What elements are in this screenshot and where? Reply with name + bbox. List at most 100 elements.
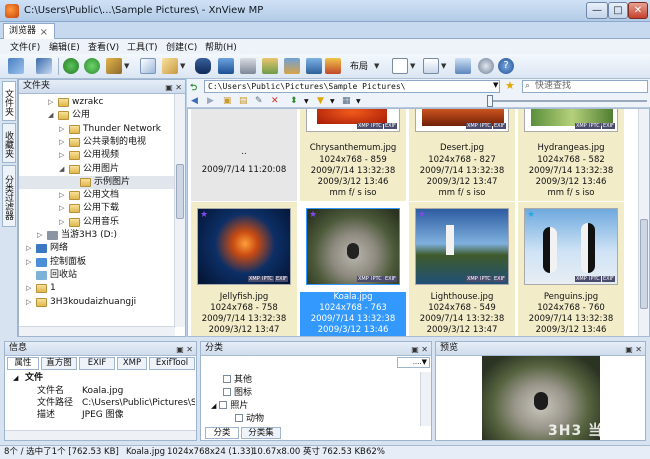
chevron-down-icon[interactable]: ▼ <box>180 62 185 70</box>
section-file[interactable]: ◢ 文件 <box>5 372 195 384</box>
folder-tree-item[interactable]: ▷ 当游3H3 (D:) <box>19 229 175 242</box>
tab-exif[interactable]: EXIF <box>79 357 115 370</box>
scroll-thumb[interactable] <box>640 219 648 309</box>
expand-open-icon[interactable]: ◢ <box>59 163 64 176</box>
thumbnail-cell[interactable]: XMP IPTC EXIF Desert.jpg 1024x768 - 827 … <box>409 109 515 201</box>
expand-closed-icon[interactable]: ▷ <box>59 123 64 136</box>
back-icon[interactable]: ◀ <box>191 96 198 106</box>
move-to-folder-icon[interactable] <box>106 58 122 74</box>
tab-histogram[interactable]: 直方图 <box>41 357 77 370</box>
folder-tree-item[interactable]: ▷ 公用文档 <box>19 189 175 202</box>
expand-closed-icon[interactable]: ▷ <box>59 202 64 215</box>
path-input[interactable]: C:\Users\Public\Pictures\Sample Pictures… <box>204 80 500 93</box>
tab-browser[interactable]: 浏览器 × <box>3 23 55 39</box>
browser-vscrollbar[interactable] <box>638 109 649 336</box>
image-view-icon[interactable] <box>284 58 300 74</box>
chevron-down-icon[interactable]: ▼ <box>304 98 309 105</box>
expand-closed-icon[interactable]: ▷ <box>26 242 31 255</box>
category-filter-dropdown[interactable]: ....▼ <box>397 357 430 368</box>
folder-tree-item[interactable]: ◢ 公用 <box>19 109 175 122</box>
folder-tree-item[interactable]: ▷ 公共录制的电视 <box>19 136 175 149</box>
binoculars-icon[interactable] <box>195 58 211 74</box>
fit-window-icon[interactable] <box>36 58 52 74</box>
expand-closed-icon[interactable]: ▷ <box>48 96 53 109</box>
network-tree-icon[interactable] <box>455 58 471 74</box>
delete-icon[interactable]: ✕ <box>271 96 279 106</box>
folder-tree-item[interactable]: ▷ 公用音乐 <box>19 216 175 229</box>
panel-pin-close-icons[interactable]: ▣ ✕ <box>625 343 642 356</box>
folder-tree-item[interactable]: ◢ 公用图片 <box>19 163 175 176</box>
info-hscrollbar[interactable] <box>5 430 196 440</box>
collapse-arrow-icon[interactable]: ◢ <box>13 372 18 384</box>
slideshow-icon[interactable] <box>218 58 234 74</box>
expand-closed-icon[interactable]: ▷ <box>59 149 64 162</box>
expand-closed-icon[interactable]: ▷ <box>59 189 64 202</box>
thumbnail-cell[interactable]: ★ XMP IPTC EXIF Jellyfish.jpg 1024x768 -… <box>191 202 297 336</box>
tab-exiftool[interactable]: ExifTool <box>149 357 195 370</box>
checkbox[interactable] <box>223 388 231 396</box>
expand-closed-icon[interactable]: ▷ <box>59 136 64 149</box>
open-folder-icon[interactable] <box>162 58 178 74</box>
chevron-down-icon[interactable]: ▼ <box>441 62 446 70</box>
sort-order-icon[interactable]: ⬍ <box>290 96 298 106</box>
chevron-down-icon[interactable]: ▼ <box>330 98 335 105</box>
filter-icon[interactable]: ▼ <box>317 96 324 106</box>
expand-closed-icon[interactable]: ▷ <box>59 216 64 229</box>
tab-properties[interactable]: 属性 <box>7 357 39 370</box>
print-icon[interactable] <box>240 58 256 74</box>
contact-sheet-icon[interactable] <box>306 58 322 74</box>
panel-pin-close-icons[interactable]: ▣ ✕ <box>165 81 182 94</box>
web-page-icon[interactable] <box>325 58 341 74</box>
batch-convert-icon[interactable] <box>262 58 278 74</box>
thumbnail-size-slider[interactable] <box>489 100 647 102</box>
expand-open-icon[interactable]: ◢ <box>48 109 53 122</box>
thumbnail-view-icon[interactable]: ▦ <box>342 96 351 106</box>
minimize-button[interactable]: — <box>586 2 608 19</box>
thumbnail-cell[interactable]: ★ XMP IPTC EXIF Lighthouse.jpg 1024x768 … <box>409 202 515 336</box>
help-icon[interactable]: ? <box>498 58 514 74</box>
checkbox[interactable] <box>223 375 231 383</box>
folder-tree-item[interactable]: 回收站 <box>19 269 175 282</box>
panel-pin-close-icons[interactable]: ▣ ✕ <box>176 343 193 356</box>
folder-tree-item[interactable]: ▷ 控制面板 <box>19 256 175 269</box>
menu-tools[interactable]: 工具(T) <box>127 40 158 53</box>
thumbnail-cell[interactable]: XMP IPTC EXIF Chrysanthemum.jpg 1024x768… <box>300 109 406 201</box>
view-mode-icon[interactable] <box>392 58 408 74</box>
tab-xmp[interactable]: XMP <box>117 357 147 370</box>
chevron-down-icon[interactable]: ▼ <box>374 62 379 70</box>
category-item[interactable]: 图标 <box>223 387 252 399</box>
scroll-thumb[interactable] <box>176 164 184 219</box>
folder-tree-item[interactable]: ▷ wzrakc <box>19 96 175 109</box>
chevron-down-icon[interactable]: ▼ <box>410 62 415 70</box>
expand-closed-icon[interactable]: ▷ <box>37 229 42 242</box>
tab-favorites[interactable]: 收藏夹 <box>2 123 16 163</box>
copy-icon[interactable] <box>140 58 156 74</box>
refresh-icon[interactable] <box>63 58 79 74</box>
quick-search-input[interactable]: ⌕ 快速查找 <box>522 80 648 93</box>
folder-tree-item[interactable]: ▷ 1 <box>19 282 175 295</box>
fullscreen-icon[interactable] <box>8 58 24 74</box>
menu-help[interactable]: 帮助(H) <box>205 40 237 53</box>
tab-folders[interactable]: 文件夹 <box>2 81 16 121</box>
tab-close-icon[interactable]: × <box>40 26 48 40</box>
rotate-icon[interactable] <box>84 58 100 74</box>
chevron-down-icon[interactable]: ▼ <box>493 81 498 89</box>
folder-tree-item[interactable]: ▷ Thunder Network <box>19 123 175 136</box>
tab-category-sets[interactable]: 分类集 <box>241 427 281 439</box>
thumbnail-cell[interactable]: ★ XMP IPTC EXIF Penguins.jpg 1024x768 - … <box>518 202 624 336</box>
category-item[interactable]: 动物 <box>235 413 264 425</box>
folder-tree-item[interactable]: ▷ 公用下载 <box>19 202 175 215</box>
chevron-down-icon[interactable]: ▼ <box>124 62 129 70</box>
gear-icon[interactable] <box>478 58 494 74</box>
category-item[interactable]: ◢ 照片 <box>211 400 248 412</box>
expand-closed-icon[interactable]: ▷ <box>26 282 31 295</box>
folder-tree-hscrollbar[interactable] <box>19 326 175 336</box>
thumbnail-cell[interactable]: XMP IPTC EXIF Hydrangeas.jpg 1024x768 - … <box>518 109 624 201</box>
new-folder-icon[interactable]: ▤ <box>239 96 248 106</box>
expand-closed-icon[interactable]: ▷ <box>26 296 31 309</box>
folder-tree-item[interactable]: ▷ 网络 <box>19 242 175 255</box>
layout-button[interactable]: 布局 <box>350 59 368 72</box>
expand-closed-icon[interactable]: ▷ <box>26 256 31 269</box>
forward-icon[interactable]: ▶ <box>207 96 214 106</box>
favorite-star-icon[interactable]: ★ <box>505 79 515 92</box>
